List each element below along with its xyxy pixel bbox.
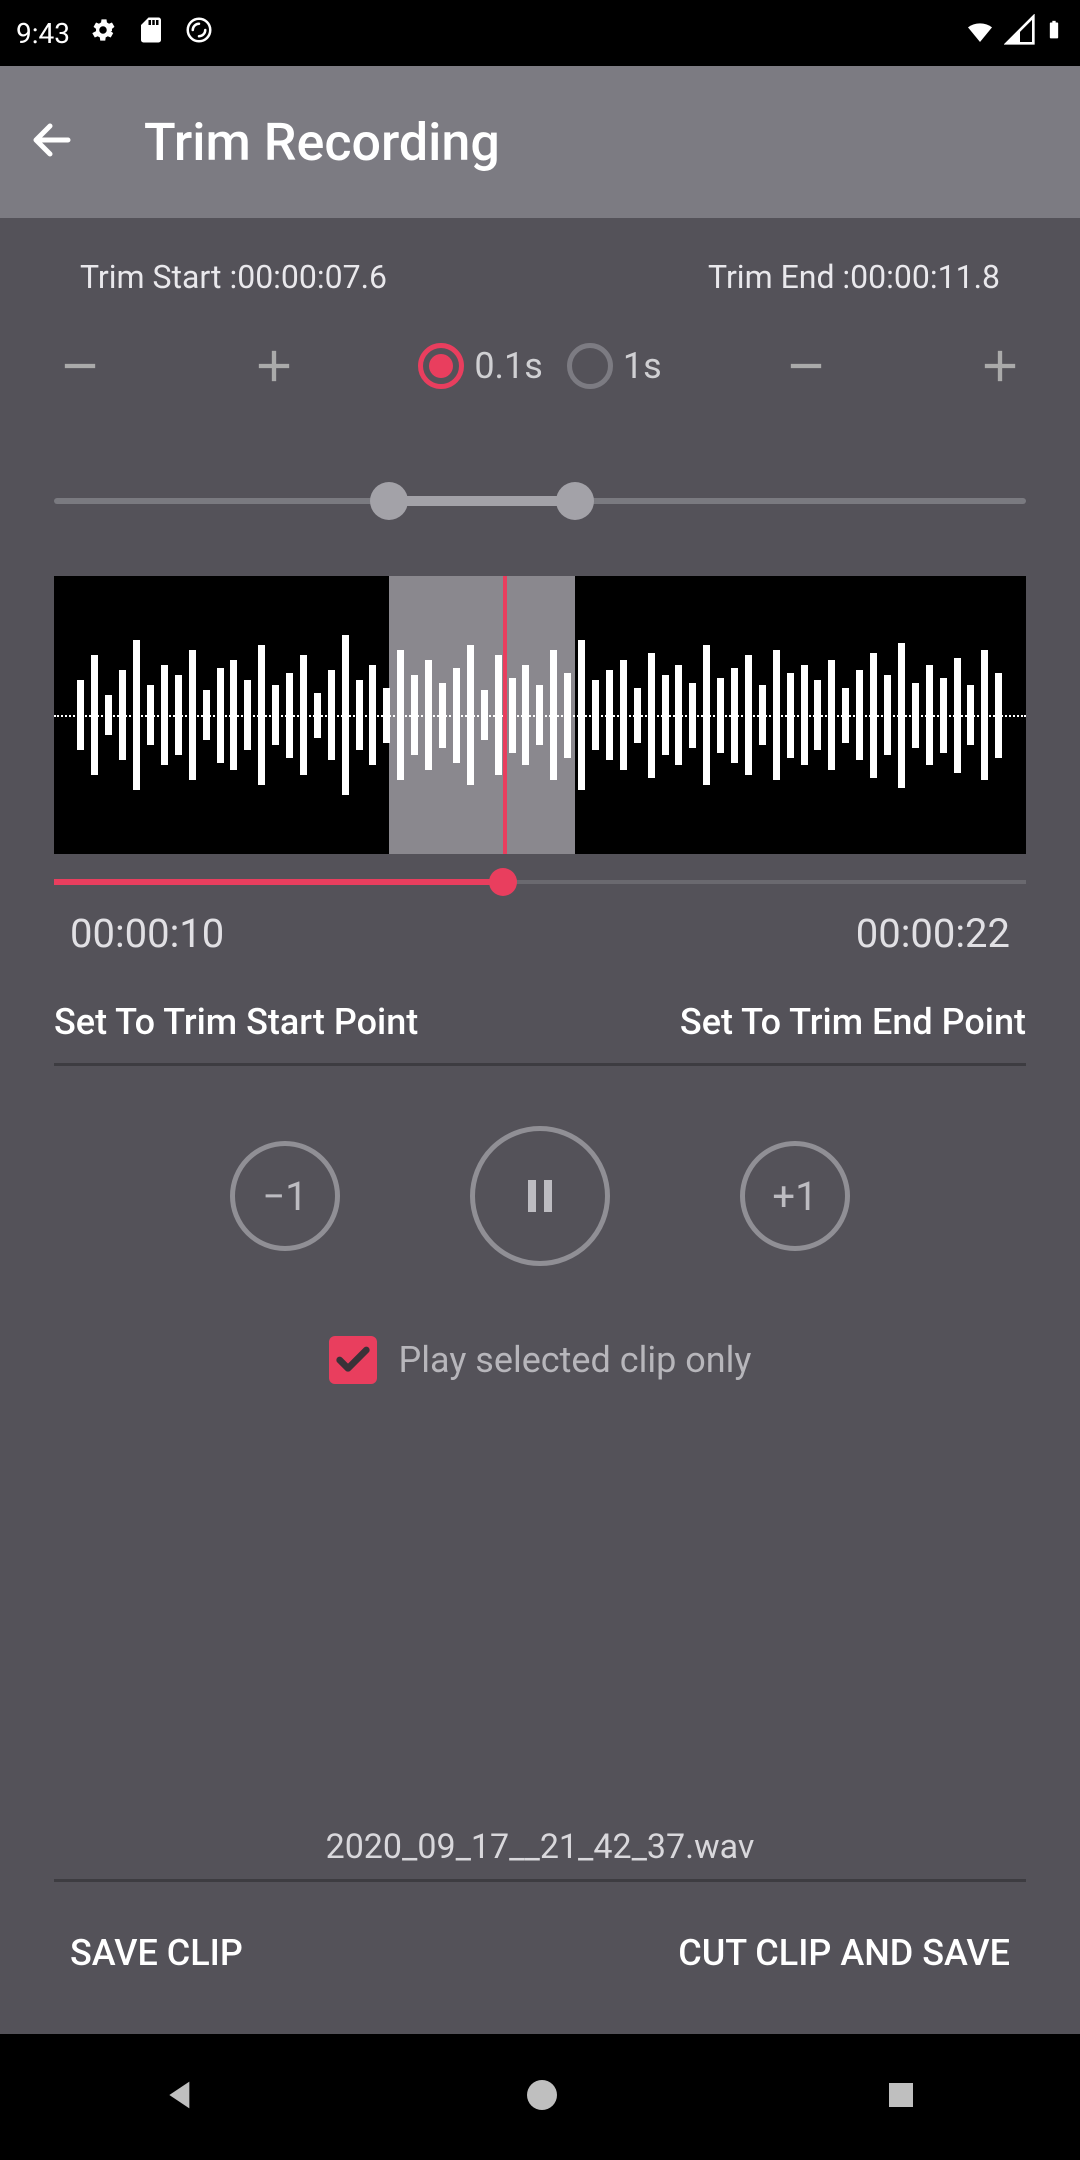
set-start-button[interactable]: Set To Trim Start Point bbox=[54, 1001, 418, 1043]
time-row: 00:00:10 00:00:22 bbox=[70, 910, 1010, 957]
end-decrement-button[interactable] bbox=[756, 326, 856, 406]
skip-back-button[interactable]: −1 bbox=[230, 1141, 340, 1251]
current-time: 00:00:10 bbox=[70, 910, 224, 957]
battery-icon bbox=[1044, 14, 1064, 53]
playback-controls: −1 +1 bbox=[0, 1126, 1080, 1266]
start-decrement-button[interactable] bbox=[30, 326, 130, 406]
playback-slider[interactable] bbox=[54, 862, 1026, 902]
clip-only-checkbox[interactable] bbox=[329, 1336, 377, 1384]
wifi-icon bbox=[964, 14, 996, 53]
page-title: Trim Recording bbox=[144, 112, 500, 173]
play-pause-button[interactable] bbox=[470, 1126, 610, 1266]
range-end-handle[interactable] bbox=[556, 482, 594, 520]
skip-forward-button[interactable]: +1 bbox=[740, 1141, 850, 1251]
trim-start-text: Trim Start :00:00:07.6 bbox=[80, 258, 387, 296]
status-bar: 9:43 bbox=[0, 0, 1080, 66]
clip-only-row[interactable]: Play selected clip only bbox=[0, 1336, 1080, 1384]
sync-icon bbox=[184, 15, 214, 52]
clip-only-label: Play selected clip only bbox=[399, 1339, 752, 1381]
app-bar: Trim Recording bbox=[0, 66, 1080, 218]
trim-end-text: Trim End :00:00:11.8 bbox=[708, 258, 1000, 296]
cut-clip-save-button[interactable]: CUT CLIP AND SAVE bbox=[678, 1932, 1010, 1974]
range-start-handle[interactable] bbox=[370, 482, 408, 520]
sd-card-icon bbox=[136, 15, 166, 52]
step-fine-label: 0.1s bbox=[474, 345, 543, 387]
stepper-row: 0.1s 1s bbox=[0, 316, 1080, 436]
nav-home-icon[interactable] bbox=[522, 2075, 562, 2119]
navigation-bar bbox=[0, 2034, 1080, 2160]
status-time: 9:43 bbox=[16, 17, 70, 50]
back-button[interactable] bbox=[28, 116, 76, 168]
nav-recent-icon[interactable] bbox=[883, 2077, 919, 2117]
total-time: 00:00:22 bbox=[856, 910, 1010, 957]
trim-range-slider[interactable] bbox=[54, 466, 1026, 536]
signal-icon bbox=[1004, 14, 1036, 53]
settings-icon bbox=[88, 15, 118, 52]
step-coarse-radio[interactable]: 1s bbox=[567, 343, 662, 389]
nav-back-icon[interactable] bbox=[161, 2075, 201, 2119]
set-end-button[interactable]: Set To Trim End Point bbox=[680, 1001, 1026, 1043]
start-increment-button[interactable] bbox=[224, 326, 324, 406]
playhead-indicator bbox=[503, 576, 507, 854]
step-coarse-label: 1s bbox=[623, 345, 662, 387]
waveform-display[interactable] bbox=[54, 576, 1026, 854]
step-fine-radio[interactable]: 0.1s bbox=[418, 343, 543, 389]
filename-field[interactable]: 2020_09_17__21_42_37.wav bbox=[54, 1827, 1026, 1882]
save-clip-button[interactable]: SAVE CLIP bbox=[70, 1932, 243, 1974]
trim-info: Trim Start :00:00:07.6 Trim End :00:00:1… bbox=[0, 218, 1080, 316]
end-increment-button[interactable] bbox=[950, 326, 1050, 406]
